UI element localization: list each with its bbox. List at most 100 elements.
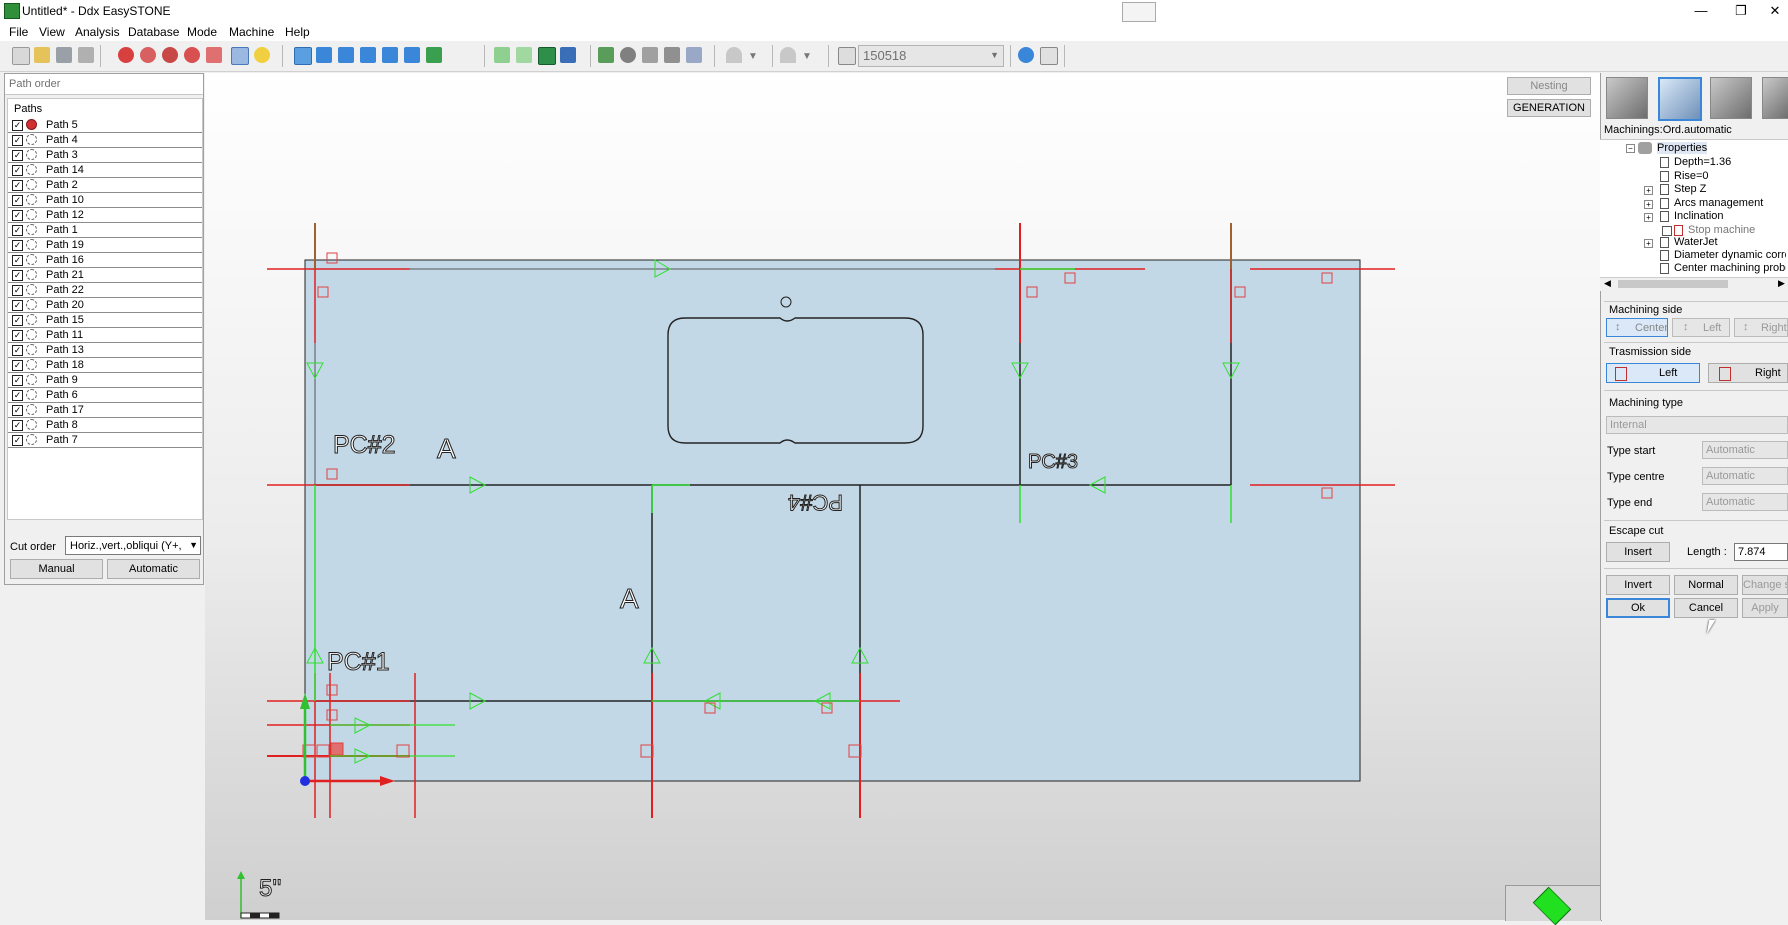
properties-tree[interactable]: − Properties Depth=1.36 Rise=0 + Step Z … — [1600, 139, 1788, 291]
path-row[interactable]: ✓ Path 13 — [8, 343, 202, 358]
measure-icon[interactable] — [642, 47, 658, 63]
path-row[interactable]: ✓ Path 20 — [8, 298, 202, 313]
path-list[interactable]: Paths ✓ Path 5 ✓ Path 4 ✓ Path 3 ✓ Path 14 ✓ Path… — [7, 98, 203, 520]
path-row[interactable]: ✓ Path 2 — [8, 178, 202, 193]
menu-machine[interactable]: Machine — [229, 25, 274, 39]
invert-button[interactable]: Invert — [1606, 575, 1670, 595]
tree-item-depth[interactable]: Depth=1.36 — [1674, 156, 1731, 168]
view-cube[interactable] — [1505, 885, 1602, 925]
path-row[interactable]: ✓ Path 6 — [8, 388, 202, 403]
view-right-icon[interactable] — [382, 47, 398, 63]
minimize-button[interactable]: — — [1686, 2, 1716, 20]
wireframe-icon[interactable] — [494, 47, 510, 63]
select-tool-icon[interactable] — [664, 47, 680, 63]
type-end-select[interactable]: Automatic — [1702, 493, 1788, 511]
tree-horizontal-scrollbar[interactable]: ◀ ▶ — [1600, 277, 1788, 291]
path-checkbox[interactable]: ✓ — [12, 285, 23, 296]
tree-root-properties[interactable]: Properties — [1657, 142, 1708, 154]
path-checkbox[interactable]: ✓ — [12, 330, 23, 341]
view-left-icon[interactable] — [360, 47, 376, 63]
path-checkbox[interactable]: ✓ — [12, 420, 23, 431]
generation-button[interactable]: GENERATION — [1507, 99, 1591, 117]
path-checkbox[interactable]: ✓ — [12, 180, 23, 191]
cad-drawing[interactable] — [205, 73, 1600, 920]
view-back-icon[interactable] — [404, 47, 420, 63]
tree-item-arcs-management[interactable]: Arcs management — [1674, 197, 1763, 209]
zoom-out-icon[interactable] — [162, 47, 178, 63]
insert-button[interactable]: Insert — [1606, 542, 1670, 562]
path-row[interactable]: ✓ Path 19 — [8, 238, 202, 253]
path-row[interactable]: ✓ Path 16 — [8, 253, 202, 268]
menu-help[interactable]: Help — [285, 25, 310, 39]
view-cube-top-icon[interactable] — [1532, 886, 1572, 925]
waterjet-tool-icon[interactable] — [1658, 77, 1702, 121]
mail-icon[interactable] — [1040, 47, 1058, 65]
expand-icon[interactable]: + — [1644, 186, 1653, 195]
close-button[interactable]: ✕ — [1760, 2, 1788, 20]
zoom-in-icon[interactable] — [184, 47, 200, 63]
length-input[interactable]: 7.874 — [1734, 543, 1788, 561]
path-checkbox[interactable]: ✓ — [12, 135, 23, 146]
path-row[interactable]: ✓ Path 1 — [8, 223, 202, 238]
expand-icon[interactable]: + — [1644, 239, 1653, 248]
zoom-extents-icon[interactable] — [140, 47, 156, 63]
path-checkbox[interactable]: ✓ — [12, 315, 23, 326]
path-checkbox[interactable]: ✓ — [12, 270, 23, 281]
machine-view-icon[interactable] — [598, 47, 614, 63]
path-checkbox[interactable]: ✓ — [12, 435, 23, 446]
path-checkbox[interactable]: ✓ — [12, 195, 23, 206]
tree-item-step-z[interactable]: Step Z — [1674, 183, 1706, 195]
textured-icon[interactable] — [560, 47, 576, 63]
path-row[interactable]: ✓ Path 4 — [8, 133, 202, 148]
path-row[interactable]: ✓ Path 22 — [8, 283, 202, 298]
scrollbar-thumb[interactable] — [1618, 280, 1728, 288]
cloud-icon[interactable] — [780, 47, 796, 63]
tree-item-waterjet[interactable]: WaterJet — [1674, 236, 1718, 248]
new-file-icon[interactable] — [12, 47, 30, 65]
manual-button[interactable]: Manual — [10, 559, 103, 579]
saw-tool-icon[interactable] — [1606, 77, 1648, 119]
tree-item-rise[interactable]: Rise=0 — [1674, 170, 1709, 182]
machining-type-select[interactable]: Internal — [1606, 416, 1788, 434]
machining-side-left-button[interactable]: ↕ Left — [1672, 318, 1730, 337]
path-checkbox[interactable]: ✓ — [12, 300, 23, 311]
machining-side-right-button[interactable]: ↕ Right — [1734, 318, 1788, 337]
chevron-right-icon[interactable]: ▶ — [1778, 278, 1785, 289]
machine-combo[interactable]: 150518 ▼ — [858, 45, 1004, 67]
path-row[interactable]: ✓ Path 17 — [8, 403, 202, 418]
tree-item-stop-machine[interactable]: Stop machine — [1688, 224, 1755, 236]
path-checkbox[interactable]: ✓ — [12, 225, 23, 236]
path-checkbox[interactable]: ✓ — [12, 120, 23, 131]
pan-hand-icon[interactable] — [206, 47, 222, 63]
automatic-button[interactable]: Automatic — [107, 559, 200, 579]
view-front-icon[interactable] — [338, 47, 354, 63]
path-row[interactable]: ✓ Path 8 — [8, 418, 202, 433]
path-row[interactable]: ✓ Path 5 — [8, 118, 202, 133]
nesting-button[interactable]: Nesting — [1507, 77, 1591, 95]
path-checkbox[interactable]: ✓ — [12, 165, 23, 176]
type-centre-select[interactable]: Automatic — [1702, 467, 1788, 485]
transmission-right-button[interactable]: Right — [1708, 363, 1788, 383]
expand-icon[interactable]: + — [1644, 213, 1653, 222]
cut-order-select[interactable]: Horiz.,vert.,obliqui (Y+, ▼ — [65, 536, 201, 555]
zoom-window-icon[interactable] — [118, 47, 134, 63]
change-start-button[interactable]: Change st — [1742, 575, 1788, 595]
lightbulb-icon[interactable] — [254, 47, 270, 63]
normal-button[interactable]: Normal — [1674, 575, 1738, 595]
path-checkbox[interactable]: ✓ — [12, 240, 23, 251]
view-3d-icon[interactable] — [294, 47, 312, 65]
tree-item-center-machining-probe[interactable]: Center machining probe — [1674, 262, 1786, 274]
path-checkbox[interactable]: ✓ — [12, 375, 23, 386]
path-checkbox[interactable]: ✓ — [12, 255, 23, 266]
transmission-left-button[interactable]: Left — [1606, 363, 1700, 383]
machine-tool-icon[interactable] — [1762, 77, 1788, 119]
shaded-icon[interactable] — [538, 47, 556, 65]
tree-item-inclination[interactable]: Inclination — [1674, 210, 1724, 222]
hidden-lines-icon[interactable] — [516, 47, 532, 63]
path-checkbox[interactable]: ✓ — [12, 360, 23, 371]
view-top-icon[interactable] — [316, 47, 332, 63]
ok-button[interactable]: Ok — [1606, 598, 1670, 618]
tool-holder-icon[interactable] — [620, 47, 636, 63]
path-order-icon[interactable] — [231, 47, 249, 65]
path-checkbox[interactable]: ✓ — [12, 390, 23, 401]
